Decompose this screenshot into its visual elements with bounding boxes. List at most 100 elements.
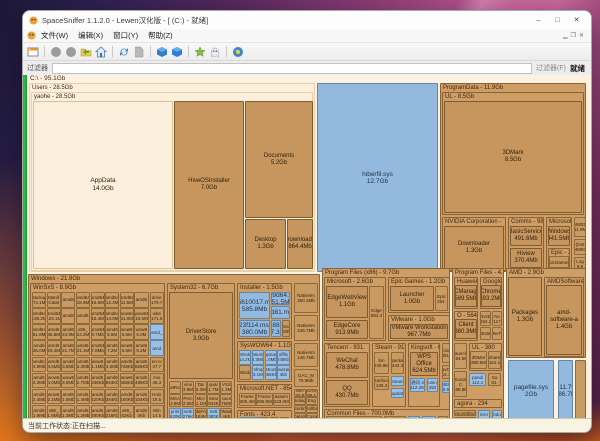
treemap-block[interactable]: tanfoo130.4: [374, 376, 389, 390]
treemap-block[interactable]: micr48.7: [478, 410, 490, 418]
treemap-cell[interactable]: print620K: [169, 408, 181, 418]
treemap-block[interactable]: WPS Office624.5Mb: [410, 352, 438, 376]
treemap-cell[interactable]: Package: [294, 397, 306, 405]
treemap-cell[interactable]: amd649.7Mb: [91, 324, 105, 340]
treemap-cell[interactable]: amd6: [134, 292, 148, 308]
treemap-cell[interactable]: amd61.3Mb: [61, 405, 75, 418]
treemap-block[interactable]: amd-software-a1.4Gb: [546, 285, 582, 355]
treemap-block[interactable]: Chrome593.2Mb: [481, 285, 501, 307]
treemap-cell[interactable]: amd61.6Mb: [61, 389, 75, 405]
treemap-cell[interactable]: amd63.3Mb: [76, 357, 90, 373]
used-space-cube-icon[interactable]: [171, 46, 183, 58]
treemap[interactable]: C:\ - 95.1GbUsers - 28.5Gbyaohe - 28.5Gb…: [28, 75, 586, 418]
close-button[interactable]: ✕: [568, 14, 585, 27]
treemap-block[interactable]: Social C189.8M: [454, 371, 467, 397]
treemap-cell[interactable]: amd6451.8M: [32, 324, 46, 340]
menu-window[interactable]: 窗口(Y): [108, 30, 143, 41]
settings-icon[interactable]: [232, 46, 244, 58]
treemap-block[interactable]: packa242.3: [391, 352, 404, 374]
treemap-cell[interactable]: Cosa: [280, 417, 290, 418]
treemap-block[interactable]: 23f114.msi380.0Mb: [239, 320, 270, 337]
treemap-cell[interactable]: amd63.6Mb: [61, 357, 75, 373]
treemap-cell[interactable]: amd65.2M: [134, 340, 148, 356]
treemap-block[interactable]: hiberfil.sys12.7Gb: [317, 83, 438, 272]
treemap-cell[interactable]: wpnac1.0Mb: [265, 350, 277, 365]
treemap-block[interactable]: pandi112.4: [469, 373, 486, 386]
treemap-cell[interactable]: wow6568Kb: [120, 373, 134, 389]
treemap-cell[interactable]: amd6104Kb: [134, 389, 148, 405]
treemap-cell[interactable]: Holo18.5: [150, 389, 164, 405]
treemap-cell[interactable]: offllx248Kb: [277, 350, 289, 365]
treemap-cell[interactable]: amd61.0Mb: [105, 357, 119, 373]
treemap-cell[interactable]: netn276K: [182, 408, 194, 418]
treemap-cell[interactable]: Win20.8: [294, 389, 306, 397]
treemap-block[interactable]: Downloader1.3Gb: [444, 226, 504, 269]
treemap-block[interactable]: Downloads864.4Mb: [287, 219, 313, 269]
treemap-block[interactable]: VMware Workstation 967.7Mb: [390, 324, 448, 339]
treemap-block[interactable]: c6d9d64.msi151.5Mb: [271, 292, 290, 305]
treemap-block[interactable]: Nv117: [492, 311, 502, 326]
treemap-block[interactable]: PCManager589.5Mb: [455, 285, 477, 307]
treemap-block[interactable]: Clou361-: [442, 343, 450, 363]
treemap-block[interactable]: agora - 234: [454, 399, 502, 408]
treemap-cell[interactable]: amd: [150, 340, 164, 356]
menu-file[interactable]: 文件(W): [36, 30, 73, 41]
treemap-cell[interactable]: ManifCatal: [47, 292, 61, 308]
treemap-cell[interactable]: VSS1.3M: [220, 381, 232, 394]
filter-button[interactable]: 过滤器(F): [536, 63, 566, 73]
treemap-block[interactable]: Social C: [384, 416, 406, 418]
treemap-cell[interactable]: amd6412.2M: [105, 292, 119, 308]
treemap-cell[interactable]: amd64.3Mb: [32, 373, 46, 389]
treemap-block[interactable]: QQ430.7Mb: [326, 380, 368, 405]
treemap-cell[interactable]: x86_24.2M: [76, 324, 90, 340]
export-folder-icon[interactable]: [80, 46, 92, 58]
treemap-cell[interactable]: amd6414.0M: [105, 308, 119, 324]
treemap-cell[interactable]: mio46.3: [150, 373, 164, 389]
treemap-cell[interactable]: amd6160Kb: [120, 389, 134, 405]
treemap-cell[interactable]: wow62.1Mb: [47, 389, 61, 405]
treemap-cell[interactable]: amd624.9M: [61, 324, 75, 340]
treemap-block[interactable]: Hiview370.4Mb: [510, 248, 542, 268]
treemap-block[interactable]: EdgeCore913.9Mb: [326, 320, 368, 339]
refresh-icon[interactable]: [118, 46, 130, 58]
treemap-cell[interactable]: amd621.7M: [61, 340, 75, 356]
treemap-block[interactable]: bdo332: [492, 410, 502, 418]
treemap-block[interactable]: launch194.5M: [454, 343, 467, 369]
treemap-cell[interactable]: amd62.4Mb: [32, 389, 46, 405]
filter-input[interactable]: [52, 63, 532, 74]
treemap-cell[interactable]: Sortin: [294, 405, 306, 413]
treemap-cell[interactable]: amd61.4Mb: [76, 389, 90, 405]
treemap-block[interactable]: tips.tv: [422, 416, 436, 418]
treemap-block[interactable]: 688627.3M: [271, 320, 281, 337]
treemap-cell[interactable]: amd6420Kb: [91, 389, 105, 405]
treemap-block[interactable]: Epic254.: [435, 286, 448, 311]
treemap-block[interactable]: unin292: [427, 378, 438, 392]
treemap-block[interactable]: NvT: [492, 327, 502, 340]
treemap-block[interactable]: {042460K: [574, 239, 586, 255]
treemap-cell[interactable]: amd6844Kb: [105, 373, 119, 389]
mdi-close-button[interactable]: ✕: [579, 32, 584, 39]
treemap-block[interactable]: 3DMar380.5M: [470, 351, 487, 369]
treemap-block[interactable]: Desktop1.3Gb: [245, 219, 286, 269]
treemap-block[interactable]: Windows441.5Mb: [548, 226, 570, 246]
treemap-cell[interactable]: wow66.6M: [120, 324, 134, 340]
mdi-restore-button[interactable]: ❐: [571, 32, 576, 39]
treemap-cell[interactable]: Backup374.1Mb: [32, 292, 46, 308]
treemap-block[interactable]: NativeIm146.7Mb: [294, 343, 318, 367]
treemap-cell[interactable]: wow61.1Mb: [91, 357, 105, 373]
treemap-cell[interactable]: en-U47.7: [150, 357, 164, 373]
treemap-block[interactable]: bin248.9M: [374, 352, 389, 374]
treemap-cell[interactable]: cacs768K: [220, 394, 232, 407]
treemap-block[interactable]: Edge582.3: [369, 286, 384, 339]
treemap-cell[interactable]: Tas3.3M: [195, 381, 207, 394]
treemap-block[interactable]: s11.79786.7M: [558, 360, 573, 418]
minimize-button[interactable]: –: [530, 14, 547, 27]
treemap-cell[interactable]: Perc2.0M: [182, 394, 194, 407]
treemap-block[interactable]: GAC_M76.9Mb: [294, 369, 318, 387]
treemap-block[interactable]: TencentDocs: [454, 410, 476, 416]
treemap-cell[interactable]: amd647.8Mb: [91, 340, 105, 356]
treemap-cell[interactable]: quar1.7M: [207, 381, 219, 394]
treemap-cell[interactable]: amd6748Kb: [120, 357, 134, 373]
treemap-cell[interactable]: amd6488Kb: [134, 373, 148, 389]
treemap-cell[interactable]: daFA184K: [195, 408, 207, 418]
